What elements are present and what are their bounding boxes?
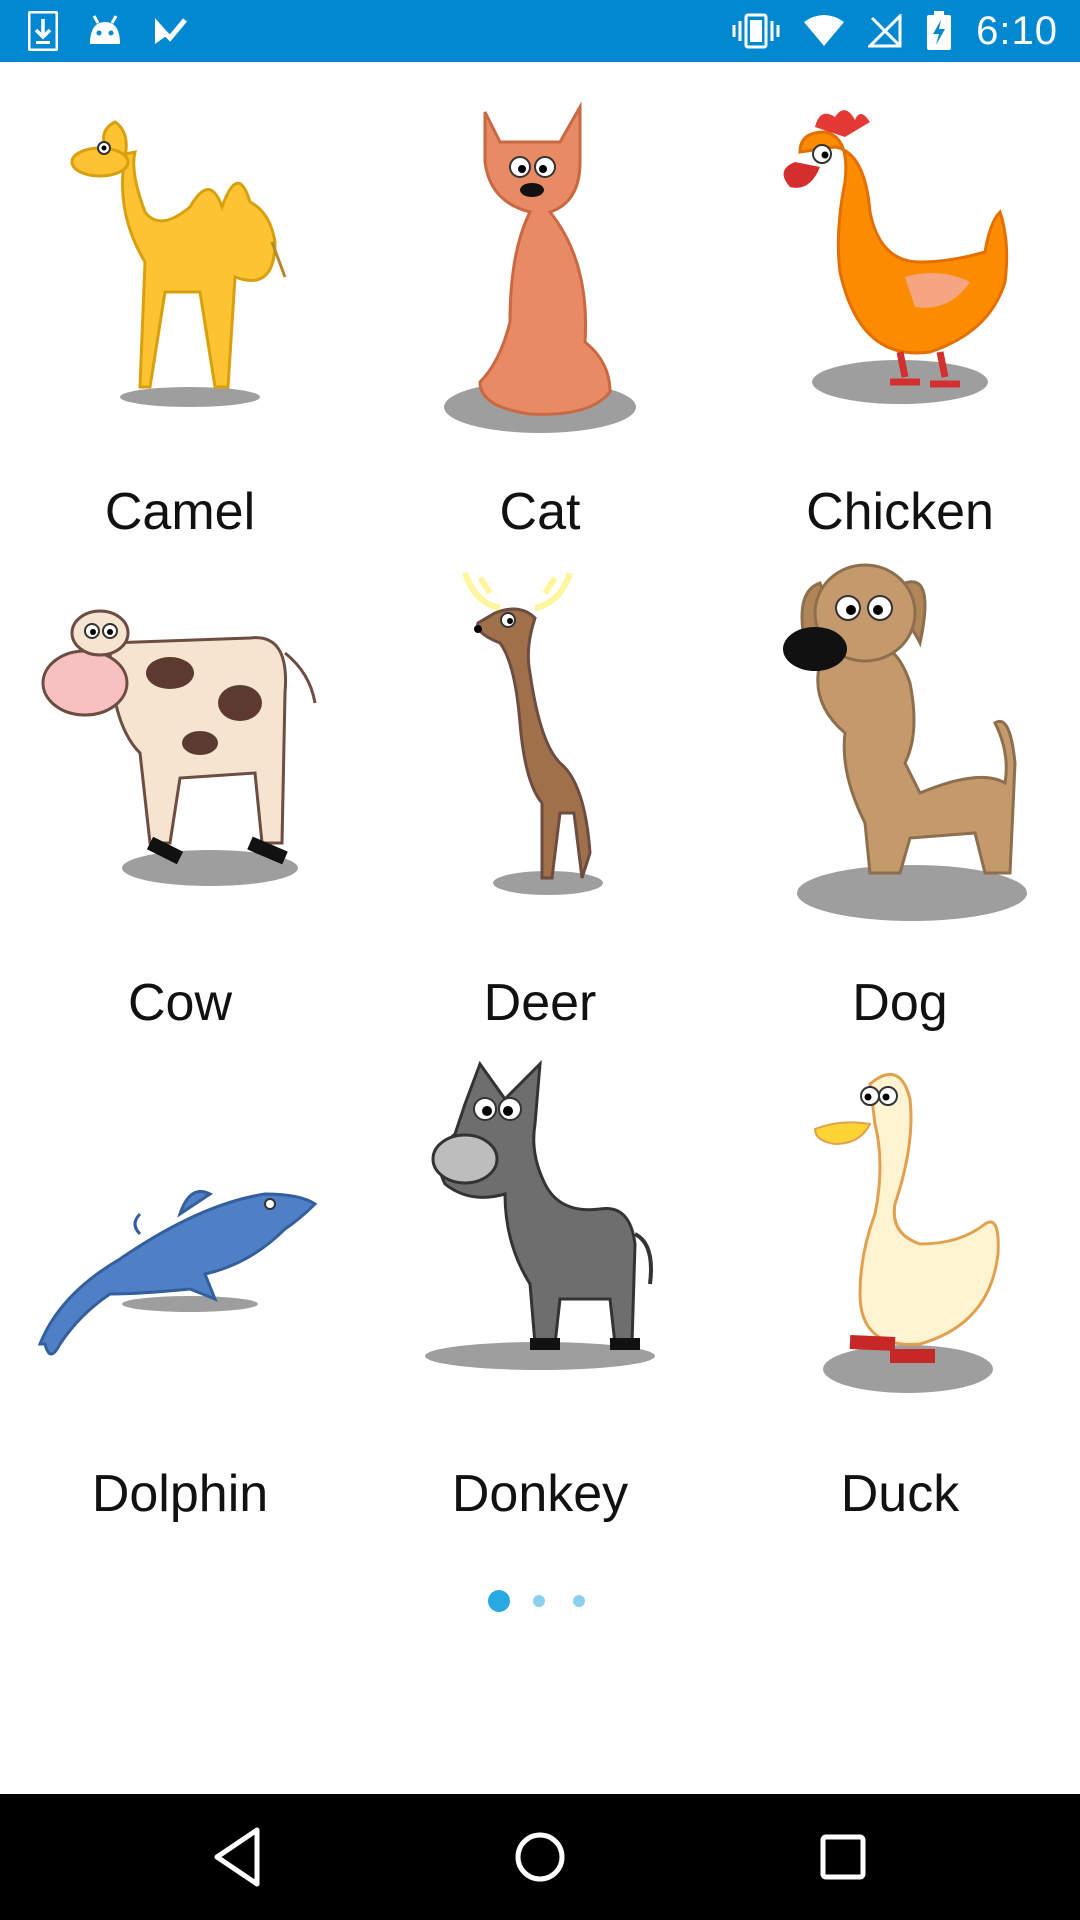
wifi-icon [804, 14, 845, 48]
chicken-image [783, 110, 1009, 404]
page-indicator [0, 1590, 1080, 1612]
cat-image [444, 101, 636, 433]
animal-label: Camel [104, 483, 256, 541]
dog-image [783, 563, 1027, 921]
animal-tile-cow[interactable]: Cow [0, 553, 360, 1044]
animal-label: Donkey [451, 1465, 629, 1523]
page-dot[interactable] [533, 1595, 545, 1607]
animal-label: Dolphin [91, 1465, 269, 1523]
page-dot-active[interactable] [488, 1590, 510, 1612]
navigation-bar [0, 1794, 1080, 1920]
back-icon[interactable] [202, 1822, 272, 1892]
status-bar: 6:10 [0, 0, 1080, 62]
android-icon [88, 14, 122, 48]
download-icon [28, 11, 58, 51]
animal-label: Duck [840, 1465, 960, 1523]
checklist-icon [152, 14, 188, 48]
animal-tile-camel[interactable]: Camel [0, 62, 360, 553]
recents-icon[interactable] [808, 1822, 878, 1892]
animal-tile-chicken[interactable]: Chicken [720, 62, 1080, 553]
donkey-image [425, 1060, 655, 1370]
animal-tile-duck[interactable]: Duck [720, 1044, 1080, 1535]
vibrate-icon [732, 13, 780, 49]
cow-image [41, 609, 317, 886]
animal-label: Chicken [806, 483, 994, 541]
animal-label: Dog [852, 974, 948, 1032]
animal-tile-dog[interactable]: Dog [720, 553, 1080, 1044]
animal-tile-donkey[interactable]: Donkey [360, 1044, 720, 1535]
dolphin-image [37, 1190, 318, 1356]
animal-label: Cat [499, 483, 581, 541]
page-dot[interactable] [573, 1595, 585, 1607]
animal-tile-dolphin[interactable]: Dolphin [0, 1044, 360, 1535]
status-time: 6:10 [976, 8, 1058, 53]
animal-tile-deer[interactable]: Deer [360, 553, 720, 1044]
deer-image [462, 571, 603, 895]
animal-tile-cat[interactable]: Cat [360, 62, 720, 553]
animal-label: Cow [127, 974, 233, 1032]
animal-label: Deer [483, 974, 597, 1032]
battery-charging-icon [926, 11, 952, 51]
duck-image [813, 1073, 1000, 1393]
camel-image [70, 120, 287, 407]
home-icon[interactable] [505, 1822, 575, 1892]
no-signal-icon [868, 14, 902, 48]
